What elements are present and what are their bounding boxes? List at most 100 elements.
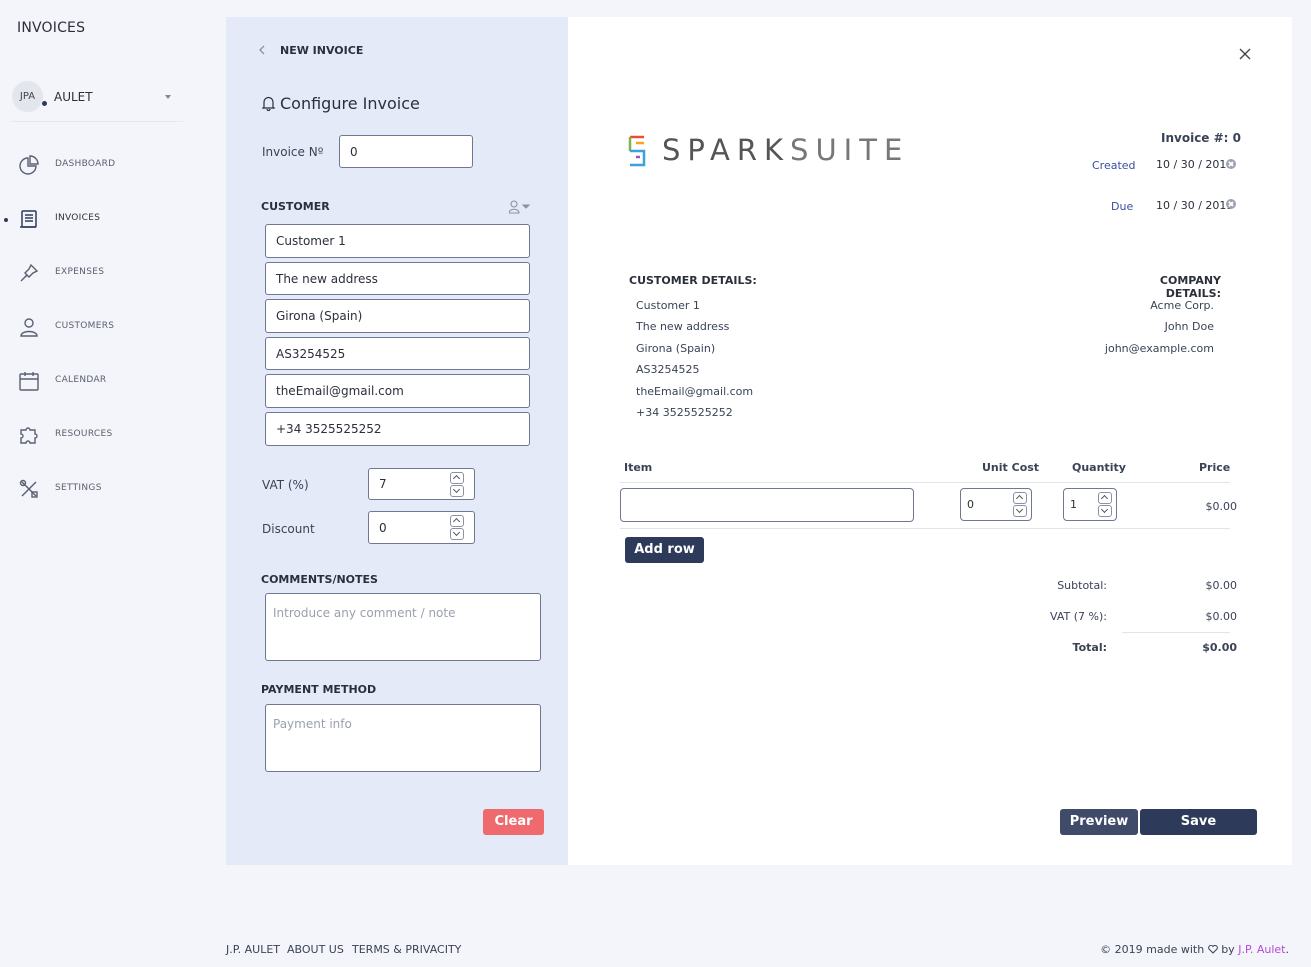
quantity-input[interactable]: 1 (1063, 488, 1117, 521)
payment-section-title: PAYMENT METHOD (261, 683, 377, 696)
col-header-unit-cost: Unit Cost (982, 461, 1040, 474)
clear-date-icon[interactable] (1226, 159, 1236, 169)
sidebar-item-invoices[interactable]: INVOICES (0, 199, 200, 253)
vat-label: VAT (%) (262, 478, 309, 492)
discount-stepper[interactable] (450, 515, 464, 540)
vat-value: 7 (379, 477, 387, 491)
footer-link-about[interactable]: ABOUT US (287, 943, 344, 956)
quantity-stepper[interactable] (1098, 492, 1112, 517)
customer-address-field[interactable]: The new address (265, 262, 530, 295)
sidebar-item-label: RESOURCES (55, 429, 113, 439)
stepper-down-icon[interactable] (450, 528, 464, 540)
comments-textarea[interactable]: Introduce any comment / note (265, 593, 541, 661)
discount-input[interactable]: 0 (368, 511, 475, 544)
total-label: Total: (1072, 641, 1107, 654)
configure-invoice-panel: NEW INVOICE Configure Invoice Invoice Nº… (226, 17, 568, 865)
vat-stepper[interactable] (450, 472, 464, 497)
sidebar-item-label: SETTINGS (55, 483, 102, 493)
sidebar-item-calendar[interactable]: CALENDAR (0, 361, 200, 415)
sidebar-item-label: DASHBOARD (55, 159, 116, 169)
save-button[interactable]: Save (1140, 809, 1257, 835)
panel-title: Configure Invoice (280, 94, 420, 113)
clear-button[interactable]: Clear (483, 809, 544, 835)
calendar-icon (19, 372, 39, 391)
customer-email-field[interactable]: theEmail@gmail.com (265, 374, 530, 408)
due-label: Due (1111, 200, 1134, 213)
customer-detail-line: Girona (Spain) (636, 342, 716, 355)
copyright-suffix: . (1285, 943, 1290, 956)
created-label: Created (1092, 159, 1136, 172)
unit-cost-input[interactable]: 0 (960, 488, 1032, 521)
customer-city-field[interactable]: Girona (Spain) (265, 299, 530, 333)
sidebar-item-label: CUSTOMERS (55, 321, 115, 331)
company-detail-line: john@example.com (1104, 342, 1214, 355)
customer-tax-id-field[interactable]: AS3254525 (265, 337, 530, 370)
add-row-button[interactable]: Add row (625, 537, 704, 563)
customer-details-heading: CUSTOMER DETAILS: (629, 274, 757, 287)
unit-cost-stepper[interactable] (1013, 492, 1027, 517)
sidebar-item-label: CALENDAR (55, 375, 107, 385)
footer-link-author[interactable]: J.P. AULET (226, 943, 280, 956)
stepper-down-icon[interactable] (1098, 505, 1112, 517)
discount-value: 0 (379, 520, 387, 535)
customer-detail-line: AS3254525 (636, 363, 700, 376)
company-details-heading: COMPANY DETAILS: (1159, 274, 1221, 300)
logo-text-suite: SUITE (790, 133, 910, 167)
sidebar-item-expenses[interactable]: EXPENSES (0, 253, 200, 307)
tools-icon (19, 479, 38, 498)
customer-name-field[interactable]: Customer 1 (265, 224, 530, 258)
subtotal-label: Subtotal: (1057, 579, 1107, 592)
customer-phone-field[interactable]: +34 3525525252 (265, 412, 530, 446)
sidebar-item-settings[interactable]: SETTINGS (0, 469, 200, 523)
footer-copyright: © 2019 made with by J.P. Aulet. (1100, 943, 1289, 956)
stepper-up-icon[interactable] (1098, 492, 1112, 504)
col-header-quantity: Quantity (1072, 461, 1126, 474)
stepper-down-icon[interactable] (450, 485, 464, 497)
user-name: AULET (54, 90, 93, 104)
sidebar-item-label: EXPENSES (55, 267, 105, 277)
stepper-up-icon[interactable] (450, 515, 464, 527)
customer-detail-line: +34 3525525252 (636, 406, 733, 419)
discount-label: Discount (262, 522, 315, 536)
payment-textarea[interactable]: Payment info (265, 704, 541, 772)
footer-link-terms[interactable]: TERMS & PRIVACITY (352, 943, 461, 956)
customer-select-icon[interactable] (509, 200, 533, 214)
col-header-price: Price (1199, 461, 1231, 474)
author-link[interactable]: J.P. Aulet (1238, 943, 1285, 956)
due-date[interactable]: 10 / 30 / 2019 (1156, 199, 1233, 212)
sidebar-item-resources[interactable]: RESOURCES (0, 415, 200, 469)
stepper-up-icon[interactable] (450, 472, 464, 484)
chevron-left-icon[interactable] (257, 45, 267, 55)
sidebar-item-customers[interactable]: CUSTOMERS (0, 307, 200, 361)
panel-header: NEW INVOICE (280, 44, 364, 57)
copyright-by: by (1221, 943, 1235, 956)
invoice-number: Invoice #: 0 (1161, 131, 1241, 145)
sidebar-item-dashboard[interactable]: DASHBOARD (0, 145, 200, 199)
total-value: $0.00 (1202, 641, 1237, 654)
avatar: JPA (12, 81, 43, 112)
stepper-up-icon[interactable] (1013, 492, 1027, 504)
vat-input[interactable]: 7 (368, 468, 475, 500)
row-price: $0.00 (1205, 500, 1238, 513)
clear-date-icon[interactable] (1226, 199, 1236, 209)
divider (620, 482, 1230, 483)
col-header-item: Item (624, 461, 653, 474)
comments-section-title: COMMENTS/NOTES (261, 573, 378, 586)
chevron-down-icon (165, 95, 171, 99)
company-detail-line: John Doe (1164, 320, 1214, 333)
unit-cost-value: 0 (967, 498, 974, 511)
preview-button[interactable]: Preview (1060, 809, 1138, 835)
invoice-number-input[interactable]: 0 (339, 135, 473, 168)
item-input[interactable] (620, 488, 914, 522)
quantity-value: 1 (1070, 498, 1077, 511)
close-icon[interactable] (1238, 47, 1252, 61)
stepper-down-icon[interactable] (1013, 505, 1027, 517)
created-date[interactable]: 10 / 30 / 2019 (1156, 158, 1233, 171)
copyright-text: © 2019 made with (1100, 943, 1205, 956)
customer-detail-line: Customer 1 (636, 299, 700, 312)
heart-icon (1207, 945, 1218, 954)
active-indicator (4, 218, 8, 222)
customer-detail-line: theEmail@gmail.com (636, 385, 754, 398)
divider (1122, 632, 1230, 633)
user-menu[interactable]: JPA AULET (11, 80, 183, 122)
